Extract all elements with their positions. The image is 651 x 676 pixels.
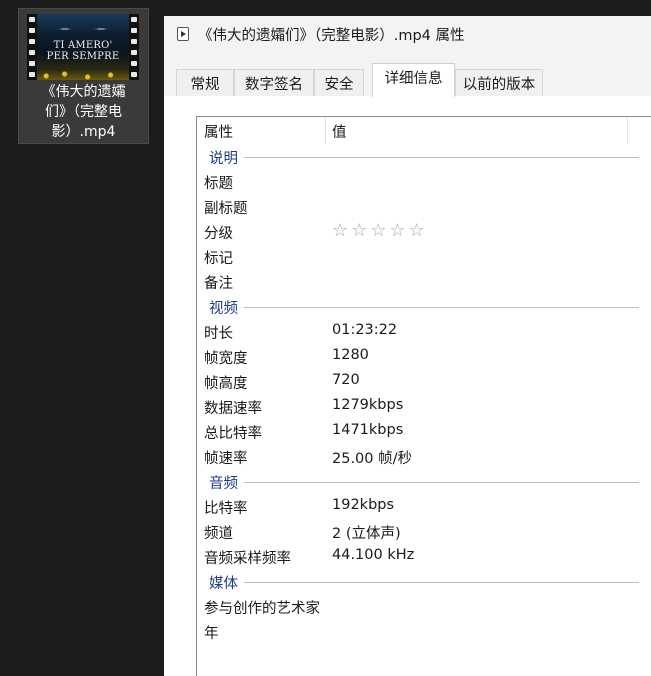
property-row[interactable]: 备注 [197,269,651,294]
property-name: 频道 [204,526,233,542]
desktop-file-item[interactable]: TI AMERO' PER SEMPRE 《伟大的遗孀 们》（完整电 影）.mp… [18,8,149,144]
poster-title-line-1: TI AMERO' [53,40,113,51]
property-name: 比特率 [204,501,248,517]
film-sprocket-right [129,14,139,80]
title-bar[interactable]: 《伟大的遗孀们》（完整电影）.mp4 属性 [164,16,651,52]
property-name: 分级 [204,226,233,242]
property-value: 192kbps [332,497,395,513]
tab-details[interactable]: 详细信息 [372,63,455,97]
property-name: 年 [204,626,219,642]
property-value: 44.100 kHz [332,547,415,563]
group-title: 视频 [209,301,238,317]
property-row[interactable]: 比特率 192kbps [197,494,651,519]
list-header: 属性 值 [197,117,651,144]
rating-stars[interactable]: ☆☆☆☆☆ [332,220,428,241]
tab-strip: 常规 数字签名 安全 详细信息 以前的版本 [176,63,651,97]
property-name: 标题 [204,176,233,192]
property-row[interactable]: 副标题 [197,194,651,219]
property-row[interactable]: 帧速率 25.00 帧/秒 [197,444,651,469]
column-header-value[interactable]: 值 [332,121,347,142]
property-row[interactable]: 总比特率 1471kbps [197,419,651,444]
tab-security[interactable]: 安全 [314,69,364,97]
property-row[interactable]: 数据速率 1279kbps [197,394,651,419]
film-sprocket-left [27,14,37,80]
properties-window: 《伟大的遗孀们》（完整电影）.mp4 属性 常规 数字签名 安全 详细信息 以前… [164,16,651,676]
property-value: 2 (立体声) [332,526,401,542]
property-name: 数据速率 [204,401,262,417]
window-title: 《伟大的遗孀们》（完整电影）.mp4 属性 [198,28,465,44]
property-list[interactable]: 属性 值 说明标题副标题分级 ☆☆☆☆☆ 标记备注视频时长 01:23:22 帧宽度 12… [196,116,651,676]
property-name: 总比特率 [204,426,262,442]
poster-title-line-2: PER SEMPRE [46,51,120,62]
property-name: 标记 [204,251,233,267]
property-name: 音频采样频率 [204,551,291,567]
property-name: 帧宽度 [204,351,248,367]
property-value: 1471kbps [332,422,404,438]
group-title: 音频 [209,476,238,492]
group-title: 媒体 [209,576,238,592]
property-name: 副标题 [204,201,248,217]
property-row[interactable]: 音频采样频率 44.100 kHz [197,544,651,569]
property-row[interactable]: 时长 01:23:22 [197,319,651,344]
poster-image: TI AMERO' PER SEMPRE [37,14,129,80]
file-name-label: 《伟大的遗孀 们》（完整电 影）.mp4 [41,84,126,140]
property-rows: 说明标题副标题分级 ☆☆☆☆☆ 标记备注视频时长 01:23:22 帧宽度 1280 帧高度… [197,144,651,644]
property-name: 参与创作的艺术家 [204,601,320,617]
video-file-icon [177,27,189,41]
property-value: 25.00 帧/秒 [332,451,413,467]
tab-general[interactable]: 常规 [176,69,234,97]
property-row[interactable]: 分级 ☆☆☆☆☆ [197,219,651,244]
property-row[interactable]: 帧高度 720 [197,369,651,394]
property-row[interactable]: 标题 [197,169,651,194]
tab-previous-versions[interactable]: 以前的版本 [455,69,543,97]
group-title: 说明 [209,151,238,167]
property-row[interactable]: 参与创作的艺术家 [197,594,651,619]
group-header: 媒体 [197,569,651,594]
property-name: 时长 [204,326,233,342]
property-value: 720 [332,372,360,388]
property-value: 1279kbps [332,397,404,413]
property-row[interactable]: 帧宽度 1280 [197,344,651,369]
property-value: 01:23:22 [332,322,398,338]
property-row[interactable]: 频道 2 (立体声) [197,519,651,544]
property-name: 帧高度 [204,376,248,392]
video-thumbnail: TI AMERO' PER SEMPRE [27,14,139,80]
group-header: 说明 [197,144,651,169]
details-panel: 属性 值 说明标题副标题分级 ☆☆☆☆☆ 标记备注视频时长 01:23:22 帧宽度 12… [164,96,651,676]
property-name: 帧速率 [204,451,248,467]
tab-digital-signatures[interactable]: 数字签名 [234,69,314,97]
property-name: 备注 [204,276,233,292]
property-value: 1280 [332,347,369,363]
column-header-property[interactable]: 属性 [204,121,233,142]
group-header: 视频 [197,294,651,319]
group-header: 音频 [197,469,651,494]
property-row[interactable]: 标记 [197,244,651,269]
property-row[interactable]: 年 [197,619,651,644]
